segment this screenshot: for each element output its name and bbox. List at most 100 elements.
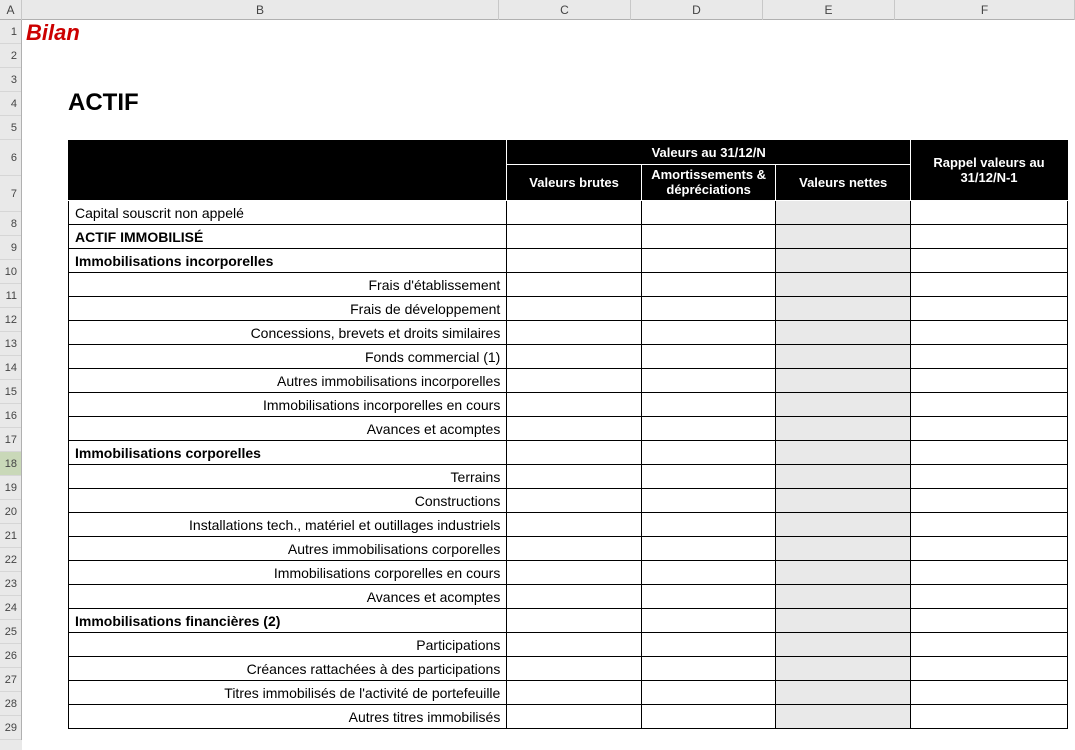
column-header-F[interactable]: F — [895, 0, 1075, 20]
cell-rappel[interactable] — [910, 513, 1067, 537]
row-header-6[interactable]: 6 — [0, 140, 21, 176]
cell-brutes[interactable] — [507, 585, 642, 609]
cell-amort[interactable] — [641, 321, 776, 345]
cell-nettes[interactable] — [776, 609, 911, 633]
cell-nettes[interactable] — [776, 585, 911, 609]
cell-brutes[interactable] — [507, 513, 642, 537]
row-header-25[interactable]: 25 — [0, 620, 21, 644]
row-header-8[interactable]: 8 — [0, 212, 21, 236]
cell-amort[interactable] — [641, 441, 776, 465]
row-header-23[interactable]: 23 — [0, 572, 21, 596]
row-header-20[interactable]: 20 — [0, 500, 21, 524]
cell-nettes[interactable] — [776, 393, 911, 417]
cell-amort[interactable] — [641, 561, 776, 585]
cell-brutes[interactable] — [507, 345, 642, 369]
cell-nettes[interactable] — [776, 441, 911, 465]
row-header-26[interactable]: 26 — [0, 644, 21, 668]
cell-rappel[interactable] — [910, 633, 1067, 657]
cell-nettes[interactable] — [776, 273, 911, 297]
cell-nettes[interactable] — [776, 657, 911, 681]
cell-nettes[interactable] — [776, 537, 911, 561]
cell-rappel[interactable] — [910, 201, 1067, 225]
cell-amort[interactable] — [641, 393, 776, 417]
row-header-9[interactable]: 9 — [0, 236, 21, 260]
cell-amort[interactable] — [641, 585, 776, 609]
row-header-18[interactable]: 18 — [0, 452, 21, 476]
cell-brutes[interactable] — [507, 441, 642, 465]
row-header-5[interactable]: 5 — [0, 116, 21, 140]
cell-nettes[interactable] — [776, 465, 911, 489]
cell-amort[interactable] — [641, 609, 776, 633]
cell-brutes[interactable] — [507, 393, 642, 417]
column-header-C[interactable]: C — [499, 0, 631, 20]
row-header-27[interactable]: 27 — [0, 668, 21, 692]
row-header-11[interactable]: 11 — [0, 284, 21, 308]
cell-brutes[interactable] — [507, 537, 642, 561]
cell-rappel[interactable] — [910, 249, 1067, 273]
cell-amort[interactable] — [641, 513, 776, 537]
cell-amort[interactable] — [641, 249, 776, 273]
cell-amort[interactable] — [641, 633, 776, 657]
row-header-4[interactable]: 4 — [0, 92, 21, 116]
column-header-E[interactable]: E — [763, 0, 895, 20]
cell-brutes[interactable] — [507, 201, 642, 225]
cell-nettes[interactable] — [776, 681, 911, 705]
row-header-14[interactable]: 14 — [0, 356, 21, 380]
cell-nettes[interactable] — [776, 321, 911, 345]
row-header-24[interactable]: 24 — [0, 596, 21, 620]
cell-amort[interactable] — [641, 297, 776, 321]
row-header-22[interactable]: 22 — [0, 548, 21, 572]
cell-rappel[interactable] — [910, 489, 1067, 513]
cell-brutes[interactable] — [507, 609, 642, 633]
cell-rappel[interactable] — [910, 585, 1067, 609]
cell-rappel[interactable] — [910, 369, 1067, 393]
cell-brutes[interactable] — [507, 657, 642, 681]
cell-rappel[interactable] — [910, 441, 1067, 465]
row-header-13[interactable]: 13 — [0, 332, 21, 356]
cell-brutes[interactable] — [507, 249, 642, 273]
cell-brutes[interactable] — [507, 321, 642, 345]
row-header-1[interactable]: 1 — [0, 20, 21, 44]
cell-amort[interactable] — [641, 225, 776, 249]
cell-rappel[interactable] — [910, 273, 1067, 297]
column-header-B[interactable]: B — [22, 0, 499, 20]
cell-nettes[interactable] — [776, 633, 911, 657]
row-header-15[interactable]: 15 — [0, 380, 21, 404]
cell-nettes[interactable] — [776, 201, 911, 225]
cell-brutes[interactable] — [507, 489, 642, 513]
cell-amort[interactable] — [641, 681, 776, 705]
column-header-A[interactable]: A — [0, 0, 22, 20]
row-header-21[interactable]: 21 — [0, 524, 21, 548]
cell-nettes[interactable] — [776, 369, 911, 393]
cell-amort[interactable] — [641, 489, 776, 513]
cell-brutes[interactable] — [507, 561, 642, 585]
cell-nettes[interactable] — [776, 489, 911, 513]
cell-amort[interactable] — [641, 705, 776, 729]
row-header-2[interactable]: 2 — [0, 44, 21, 68]
cell-brutes[interactable] — [507, 369, 642, 393]
cell-rappel[interactable] — [910, 345, 1067, 369]
cell-amort[interactable] — [641, 657, 776, 681]
cell-brutes[interactable] — [507, 225, 642, 249]
cell-nettes[interactable] — [776, 561, 911, 585]
cell-nettes[interactable] — [776, 513, 911, 537]
cell-brutes[interactable] — [507, 705, 642, 729]
cell-brutes[interactable] — [507, 417, 642, 441]
row-header-28[interactable]: 28 — [0, 692, 21, 716]
cell-brutes[interactable] — [507, 273, 642, 297]
cell-amort[interactable] — [641, 369, 776, 393]
cell-brutes[interactable] — [507, 633, 642, 657]
cell-rappel[interactable] — [910, 297, 1067, 321]
cell-rappel[interactable] — [910, 225, 1067, 249]
row-header-19[interactable]: 19 — [0, 476, 21, 500]
cell-rappel[interactable] — [910, 537, 1067, 561]
cell-rappel[interactable] — [910, 705, 1067, 729]
cell-nettes[interactable] — [776, 345, 911, 369]
cell-nettes[interactable] — [776, 225, 911, 249]
cell-rappel[interactable] — [910, 681, 1067, 705]
column-header-D[interactable]: D — [631, 0, 763, 20]
cell-amort[interactable] — [641, 345, 776, 369]
row-header-10[interactable]: 10 — [0, 260, 21, 284]
cell-rappel[interactable] — [910, 465, 1067, 489]
cell-nettes[interactable] — [776, 297, 911, 321]
